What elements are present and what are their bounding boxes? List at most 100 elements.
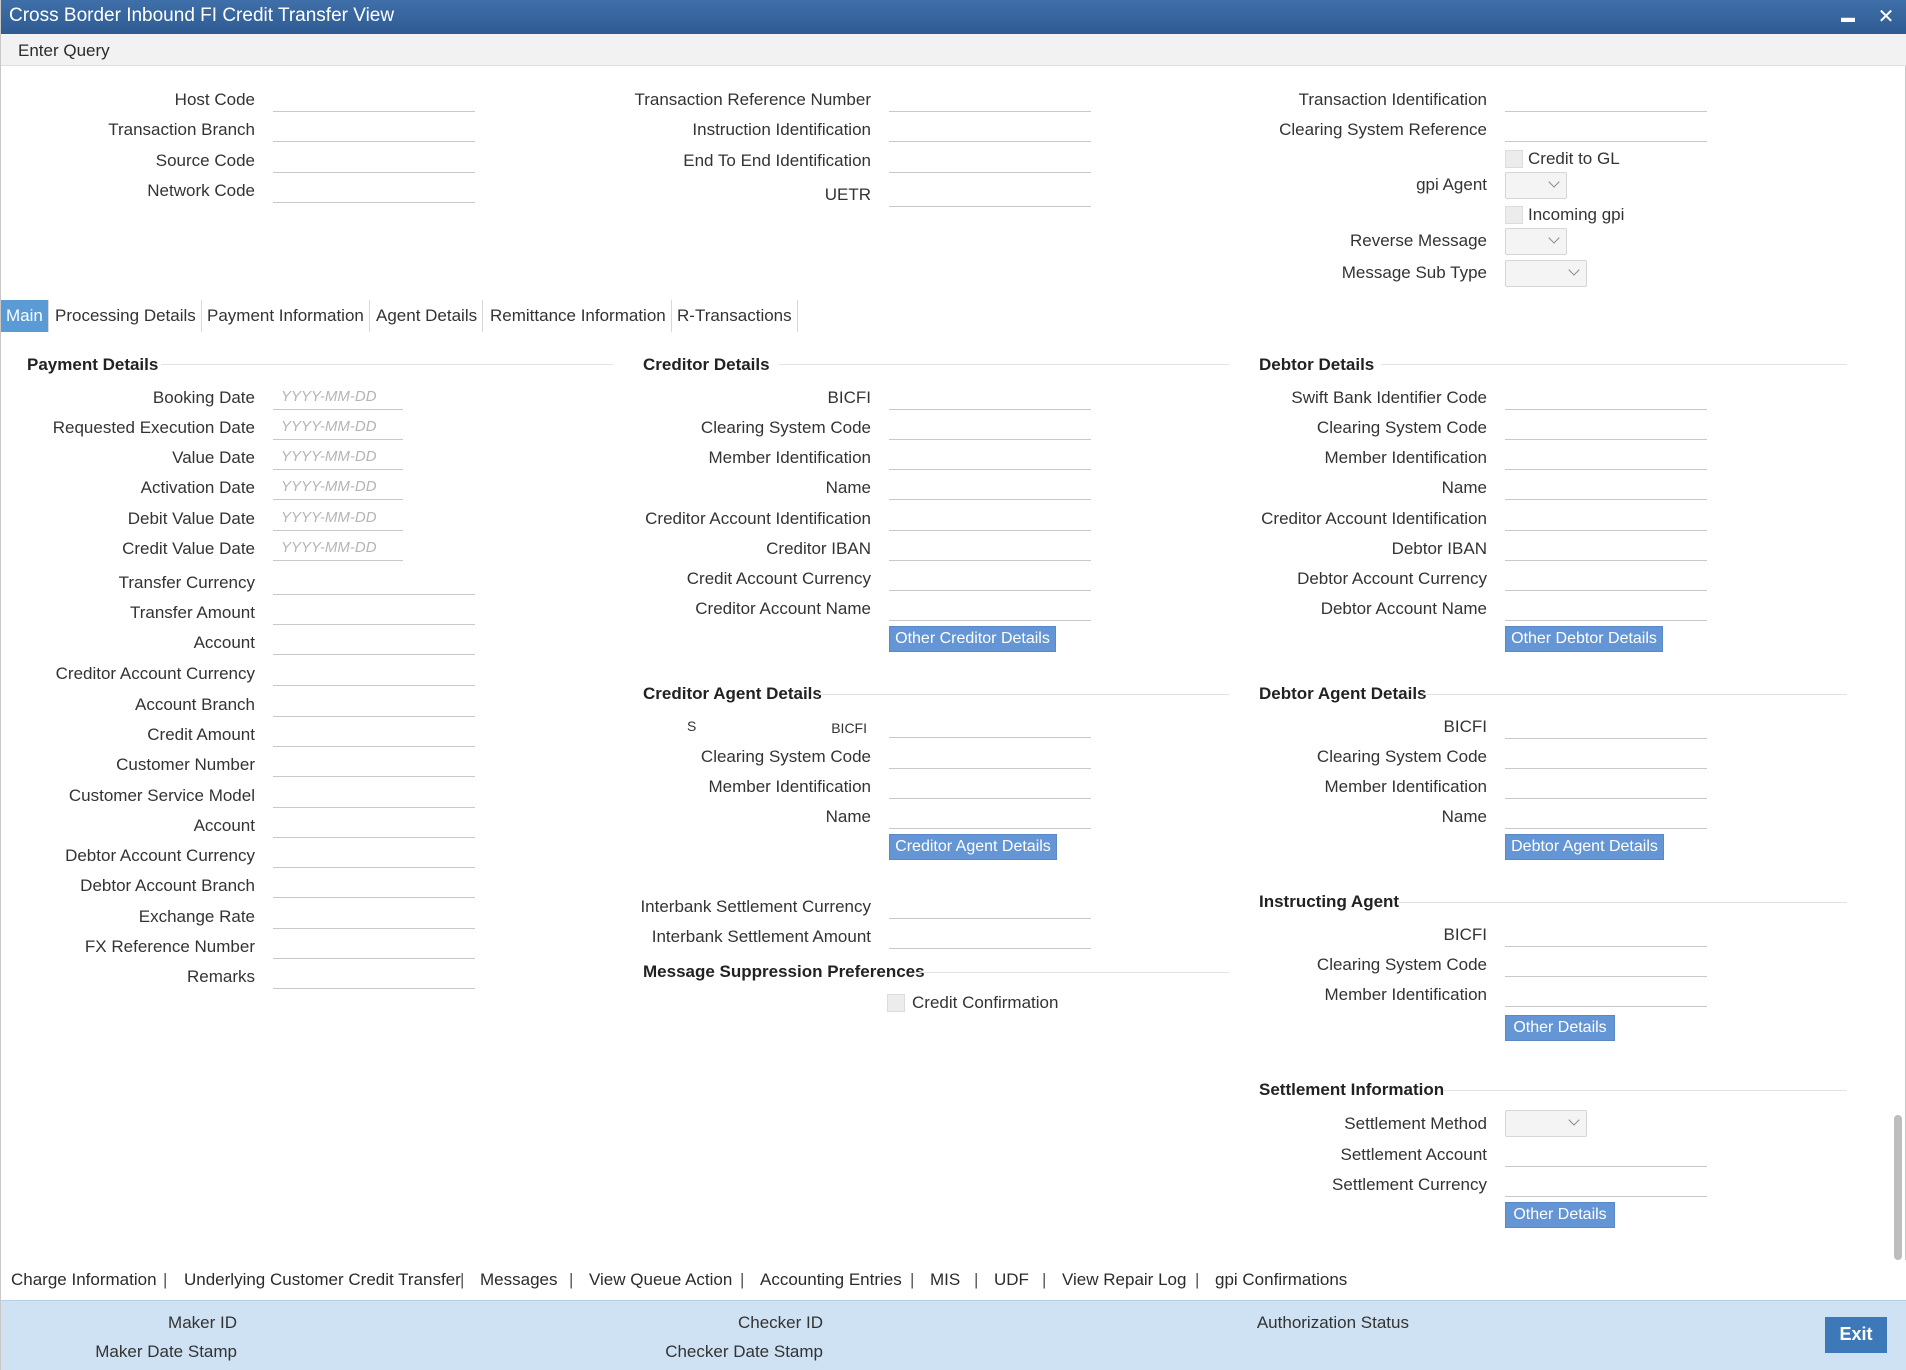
customer-number-label: Customer Number — [116, 755, 255, 774]
remarks-input[interactable] — [273, 964, 475, 989]
reverse-message-select[interactable] — [1505, 228, 1567, 255]
interbank-settlement-amount-input[interactable] — [889, 924, 1091, 949]
creditor-account-name-input[interactable] — [889, 596, 1091, 621]
instructing-agent-member-identification-input[interactable] — [1505, 982, 1707, 1007]
account-label: Account — [193, 633, 255, 652]
debit-value-date-input[interactable]: YYYY-MM-DD — [273, 506, 403, 531]
credit-value-date-input[interactable]: YYYY-MM-DD — [273, 536, 403, 561]
network-code-label: Network Code — [147, 181, 255, 200]
debtor-member-identification-label: Member Identification — [1324, 448, 1487, 467]
end-to-end-identification-input[interactable] — [889, 148, 1091, 173]
debtor-agent-clearing-system-code-input[interactable] — [1505, 744, 1707, 769]
exit-button[interactable]: Exit — [1825, 1317, 1887, 1353]
incoming-gpi-checkbox[interactable] — [1505, 206, 1523, 224]
link-mis[interactable]: MIS — [930, 1270, 960, 1290]
value-date-label: Value Date — [172, 448, 255, 467]
fx-reference-number-input[interactable] — [273, 934, 475, 959]
instructing-agent-clearing-system-code-input[interactable] — [1505, 952, 1707, 977]
debtor-agent-bicfi-input[interactable] — [1505, 714, 1707, 739]
uetr-input[interactable] — [889, 182, 1091, 207]
creditor-agent-member-identification-input[interactable] — [889, 774, 1091, 799]
close-icon[interactable]: ✕ — [1873, 4, 1899, 29]
debtor-account-branch-input[interactable] — [273, 873, 475, 898]
creditor-clearing-system-code-input[interactable] — [889, 415, 1091, 440]
other-debtor-details-button[interactable]: Other Debtor Details — [1505, 626, 1663, 652]
instruction-identification-input[interactable] — [889, 117, 1091, 142]
debtor-account-currency2-input[interactable] — [1505, 566, 1707, 591]
debtor-creditor-account-identification-input[interactable] — [1505, 506, 1707, 531]
clearing-system-reference-input[interactable] — [1505, 117, 1707, 142]
creditor-agent-clearing-system-code-input[interactable] — [889, 744, 1091, 769]
account-branch-input[interactable] — [273, 692, 475, 717]
debtor-agent-member-identification-input[interactable] — [1505, 774, 1707, 799]
transfer-amount-input[interactable] — [273, 600, 475, 625]
debtor-account-name-input[interactable] — [1505, 596, 1707, 621]
link-accounting-entries[interactable]: Accounting Entries — [760, 1270, 902, 1290]
instructing-agent-bicfi-input[interactable] — [1505, 922, 1707, 947]
link-charge-information[interactable]: Charge Information — [11, 1270, 157, 1290]
message-sub-type-select[interactable] — [1505, 260, 1587, 287]
creditor-agent-name-input[interactable] — [889, 804, 1091, 829]
other-creditor-details-button[interactable]: Other Creditor Details — [889, 626, 1056, 652]
link-underlying-customer-credit-transfer[interactable]: Underlying Customer Credit Transfer — [184, 1270, 461, 1290]
debtor-account-currency-input[interactable] — [273, 843, 475, 868]
link-messages[interactable]: Messages — [480, 1270, 557, 1290]
instructing-agent-other-details-button[interactable]: Other Details — [1505, 1015, 1615, 1041]
creditor-name-input[interactable] — [889, 475, 1091, 500]
host-code-input[interactable] — [273, 87, 475, 112]
activation-date-input[interactable]: YYYY-MM-DD — [273, 475, 403, 500]
debtor-name-input[interactable] — [1505, 475, 1707, 500]
creditor-iban-input[interactable] — [889, 536, 1091, 561]
tab-main[interactable]: Main — [1, 300, 49, 332]
transfer-currency-input[interactable] — [273, 570, 475, 595]
debtor-clearing-system-code-input[interactable] — [1505, 415, 1707, 440]
tab-processing-details[interactable]: Processing Details — [50, 300, 202, 332]
transaction-identification-input[interactable] — [1505, 87, 1707, 112]
settlement-account-input[interactable] — [1505, 1142, 1707, 1167]
creditor-account-currency-input[interactable] — [273, 661, 475, 686]
debtor-agent-details-button[interactable]: Debtor Agent Details — [1505, 834, 1664, 860]
source-code-input[interactable] — [273, 148, 475, 173]
exchange-rate-label: Exchange Rate — [138, 907, 255, 926]
minimize-icon[interactable]: ▬ — [1835, 9, 1861, 25]
swift-bank-identifier-code-input[interactable] — [1505, 385, 1707, 410]
enter-query-menu[interactable]: Enter Query — [18, 41, 110, 61]
tab-remittance-information[interactable]: Remittance Information — [485, 300, 672, 332]
requested-execution-date-input[interactable]: YYYY-MM-DD — [273, 415, 403, 440]
credit-amount-input[interactable] — [273, 722, 475, 747]
link-gpi-confirmations[interactable]: gpi Confirmations — [1215, 1270, 1347, 1290]
credit-confirmation-checkbox[interactable] — [887, 994, 905, 1012]
customer-number-input[interactable] — [273, 752, 475, 777]
tab-payment-information[interactable]: Payment Information — [202, 300, 370, 332]
debtor-member-identification-input[interactable] — [1505, 445, 1707, 470]
link-view-repair-log[interactable]: View Repair Log — [1062, 1270, 1186, 1290]
creditor-agent-details-button[interactable]: Creditor Agent Details — [889, 834, 1057, 860]
credit-account-currency-input[interactable] — [889, 566, 1091, 591]
settlement-currency-input[interactable] — [1505, 1172, 1707, 1197]
link-view-queue-action[interactable]: View Queue Action — [589, 1270, 732, 1290]
exchange-rate-input[interactable] — [273, 904, 475, 929]
customer-service-model-input[interactable] — [273, 783, 475, 808]
settlement-method-select[interactable] — [1505, 1110, 1587, 1137]
creditor-bicfi-input[interactable] — [889, 385, 1091, 410]
tab-r-transactions[interactable]: R-Transactions — [672, 300, 798, 332]
debtor-agent-name-input[interactable] — [1505, 804, 1707, 829]
settlement-other-details-button[interactable]: Other Details — [1505, 1202, 1615, 1228]
interbank-settlement-currency-input[interactable] — [889, 894, 1091, 919]
transaction-reference-number-input[interactable] — [889, 87, 1091, 112]
vertical-scrollbar[interactable] — [1894, 1115, 1902, 1260]
debtor-iban-input[interactable] — [1505, 536, 1707, 561]
value-date-input[interactable]: YYYY-MM-DD — [273, 445, 403, 470]
account-input[interactable] — [273, 630, 475, 655]
creditor-account-identification-input[interactable] — [889, 506, 1091, 531]
account2-input[interactable] — [273, 813, 475, 838]
gpi-agent-select[interactable] — [1505, 172, 1567, 199]
booking-date-input[interactable]: YYYY-MM-DD — [273, 385, 403, 410]
tab-agent-details[interactable]: Agent Details — [371, 300, 484, 332]
link-udf[interactable]: UDF — [994, 1270, 1029, 1290]
creditor-member-identification-input[interactable] — [889, 445, 1091, 470]
transaction-branch-input[interactable] — [273, 117, 475, 142]
creditor-agent-bicfi-input[interactable] — [889, 713, 1091, 738]
network-code-input[interactable] — [273, 178, 475, 203]
credit-to-gl-checkbox[interactable] — [1505, 150, 1523, 168]
